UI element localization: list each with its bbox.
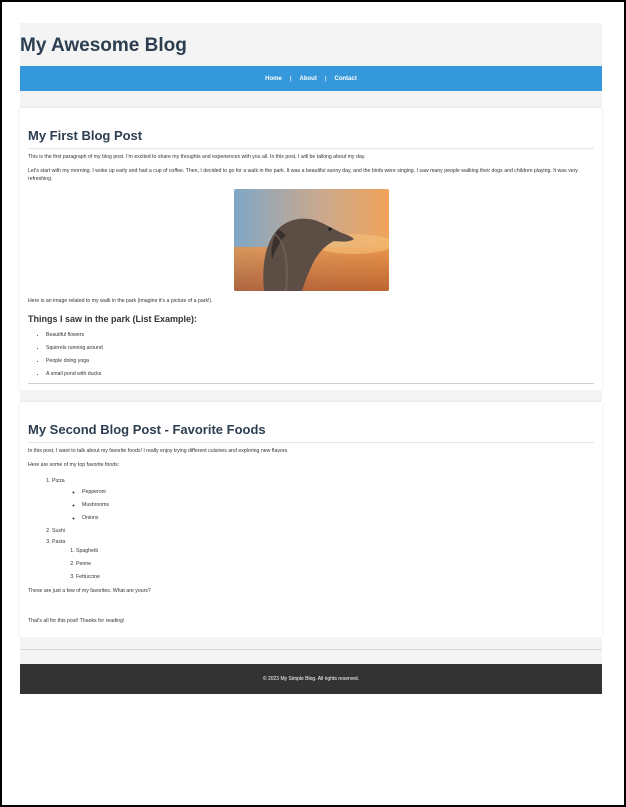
post-divider (28, 383, 594, 384)
post-title: My First Blog Post (28, 128, 594, 149)
list-item: Pizza Pepperoni Mushrooms Onions (52, 477, 594, 522)
food-name: Pizza (52, 478, 65, 484)
list-item: Pepperoni (82, 488, 594, 496)
post-paragraph: Here are some of my top favorite foods: (28, 462, 120, 468)
list-item: A small pond with ducks (46, 370, 594, 378)
list-item: Mushrooms (82, 501, 594, 509)
list-item: People doing yoga (46, 357, 594, 365)
list-item: Spaghetti (76, 547, 594, 555)
nav-contact-link[interactable]: Contact (327, 76, 365, 82)
list-item: Fettuccine (76, 573, 594, 581)
post-paragraph: In this post, I want to talk about my fa… (28, 448, 289, 454)
list-item: Penne (76, 560, 594, 568)
favorite-foods-list: Pizza Pepperoni Mushrooms Onions Sushi P… (28, 477, 594, 581)
page: My Awesome Blog Home | About | Contact M… (20, 23, 602, 694)
pizza-toppings-list: Pepperoni Mushrooms Onions (52, 488, 594, 522)
post-title: My Second Blog Post - Favorite Foods (28, 422, 594, 443)
nav-separator: | (324, 75, 327, 82)
food-name: Pasta (52, 539, 66, 545)
site-header: My Awesome Blog (20, 23, 602, 66)
blog-post-1: My First Blog Post This is the first par… (20, 108, 602, 390)
nav-home-link[interactable]: Home (257, 76, 290, 82)
list-item: Beautiful flowers (46, 331, 594, 339)
post-paragraph: These are just a few of my favorites. Wh… (28, 588, 151, 594)
food-name: Sushi (52, 528, 65, 534)
list-item: Sushi (52, 527, 594, 535)
post-paragraph: That's all for this post! Thanks for rea… (28, 618, 125, 624)
park-list: Beautiful flowers Squirrels running arou… (28, 331, 594, 378)
post-paragraph: This is the first paragraph of my blog p… (28, 154, 366, 160)
dog-photo-image (233, 189, 389, 291)
image-caption: Here is an image related to my walk in t… (28, 298, 213, 304)
list-item: Onions (82, 514, 594, 522)
post-paragraph: Let's start with my morning. I woke up e… (28, 168, 579, 182)
nav-separator: | (289, 75, 292, 82)
pasta-types-list: Spaghetti Penne Fettuccine (52, 547, 594, 581)
list-item: Pasta Spaghetti Penne Fettuccine (52, 538, 594, 581)
list-item: Squirrels running around (46, 344, 594, 352)
blog-post-2: My Second Blog Post - Favorite Foods In … (20, 402, 602, 637)
site-footer: © 2023 My Simple Blog. All rights reserv… (20, 664, 602, 694)
main-nav: Home | About | Contact (20, 66, 602, 91)
list-heading: Things I saw in the park (List Example): (28, 314, 198, 324)
nav-about-link[interactable]: About (292, 76, 325, 82)
site-title: My Awesome Blog (20, 35, 187, 56)
footer-text: © 2023 My Simple Blog. All rights reserv… (262, 676, 360, 682)
